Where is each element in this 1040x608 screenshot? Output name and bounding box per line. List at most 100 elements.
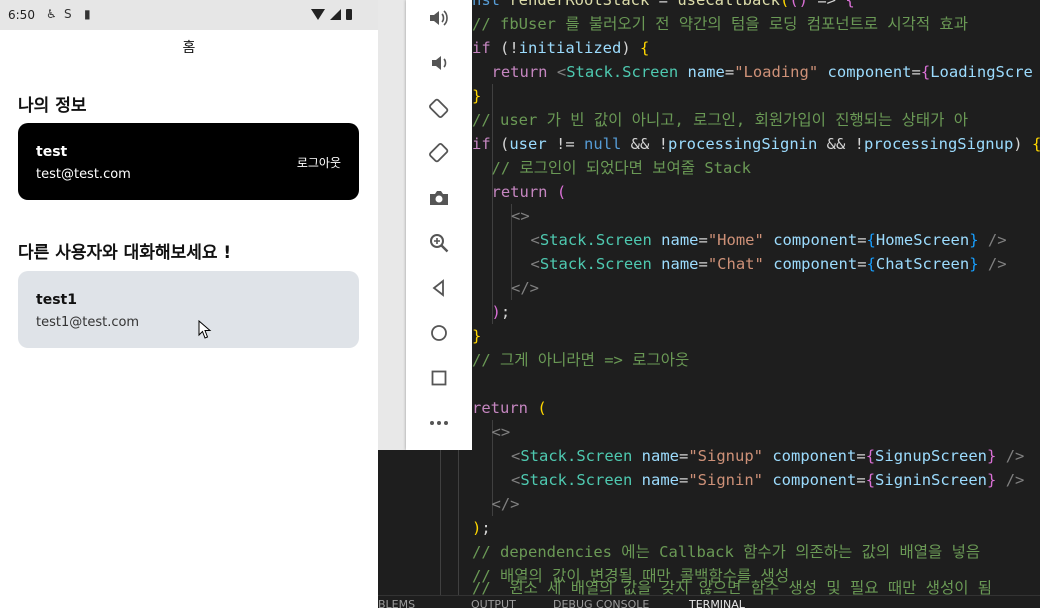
code-token: }	[969, 231, 979, 249]
battery-icon	[346, 9, 352, 20]
user-name: test1	[36, 292, 77, 308]
code-line-partial: nst renderRootStack = useCallback(() => …	[472, 0, 855, 9]
tab-terminal[interactable]: TERMINAL	[689, 599, 745, 608]
rotate-left-icon[interactable]	[426, 95, 452, 121]
tab-problems[interactable]: BLEMS	[378, 599, 415, 608]
code-token: SigninScreen	[875, 471, 988, 489]
logout-button[interactable]: 로그아웃	[297, 154, 341, 171]
my-profile-card: test test@test.com 로그아웃	[18, 123, 359, 200]
code-line: if (!initialized) {	[472, 36, 649, 60]
tab-output[interactable]: OUTPUT	[471, 599, 516, 608]
code-token: // user 가 빈 값이 아니고, 로그인, 회원가입이 진행되는 상태가 …	[472, 111, 968, 129]
code-token: =	[911, 63, 921, 81]
code-token: // 로그인이 되었다면 보여줄 Stack	[491, 159, 752, 177]
code-token: />	[1005, 447, 1025, 465]
code-token: }	[472, 87, 482, 105]
home-icon[interactable]	[426, 320, 452, 346]
code-token: user	[509, 135, 547, 153]
code-line: }	[472, 324, 481, 348]
code-line: );	[472, 516, 491, 540]
code-line: <>	[492, 420, 511, 444]
status-bar: 6:50 ♿ S ▮	[0, 0, 378, 30]
code-token: name	[687, 63, 725, 81]
code-token: =	[698, 231, 708, 249]
code-token: Stack.Screen	[566, 63, 679, 81]
code-token: Stack.Screen	[520, 447, 633, 465]
code-line: <Stack.Screen name="Signup" component={S…	[511, 444, 1024, 468]
more-icon[interactable]	[426, 410, 452, 436]
code-token: // dependencies 에는 Callback 함수가 의존하는 값의 …	[472, 543, 981, 561]
code-line: // 그게 아니라면 => 로그아웃	[472, 348, 689, 372]
overview-icon[interactable]	[426, 365, 452, 391]
code-token: // fbUser 를 불러오기 전 약간의 텀을 로딩 컴포넌트로 시각적 효…	[472, 15, 968, 33]
panel-tab-bar: BLEMS OUTPUT DEBUG CONSOLE TERMINAL	[378, 595, 1040, 608]
editor-gutter	[378, 450, 472, 595]
code-token: component	[827, 63, 912, 81]
code-token: =	[857, 231, 867, 249]
rotate-right-icon[interactable]	[426, 140, 452, 166]
user-list-item[interactable]: test1 test1@test.com	[18, 271, 359, 348]
code-token: {	[866, 255, 876, 273]
user-email: test1@test.com	[36, 315, 140, 330]
code-token: {	[865, 447, 876, 465]
code-line: <Stack.Screen name="Signin" component={S…	[511, 468, 1024, 492]
code-token: processingSignin	[668, 135, 818, 153]
code-token: </>	[511, 279, 539, 297]
zoom-icon[interactable]	[426, 230, 452, 256]
code-token: )	[621, 39, 641, 57]
code-token: return	[491, 63, 548, 81]
code-token: component	[773, 255, 858, 273]
camera-icon[interactable]	[426, 185, 452, 211]
code-token: />	[1005, 471, 1025, 489]
code-token: Stack.Screen	[539, 255, 652, 273]
back-icon[interactable]	[426, 275, 452, 301]
code-token: )	[472, 519, 482, 537]
code-token: =	[856, 447, 866, 465]
status-time: 6:50	[8, 8, 35, 22]
code-token: }	[969, 255, 979, 273]
code-token: =	[679, 447, 689, 465]
code-token: name	[661, 255, 699, 273]
code-token: (	[556, 183, 567, 201]
tab-debug-console[interactable]: DEBUG CONSOLE	[553, 599, 649, 608]
code-token: <>	[511, 207, 530, 225]
code-token: =	[724, 63, 735, 81]
code-token: )	[491, 303, 501, 321]
volume-up-icon[interactable]	[426, 5, 452, 31]
code-token: <	[530, 231, 540, 249]
code-line: if (user != null && !processingSignin &&…	[472, 132, 1040, 156]
mouse-cursor-icon	[198, 320, 212, 339]
code-token: return	[472, 399, 528, 417]
code-token: "Signup"	[688, 447, 763, 465]
signal-icon	[330, 9, 341, 20]
volume-down-icon[interactable]	[426, 50, 452, 76]
code-token: "Loading"	[734, 63, 819, 81]
code-token: Stack.Screen	[520, 471, 633, 489]
code-token: =	[698, 255, 708, 273]
code-token: !=	[546, 135, 584, 153]
code-token: ChatScreen	[875, 255, 970, 273]
code-token: }	[987, 471, 997, 489]
code-token: "Home"	[707, 231, 764, 249]
my-email: test@test.com	[36, 167, 131, 182]
code-token: <>	[491, 423, 511, 441]
code-token: (	[490, 39, 510, 57]
code-token: name	[641, 471, 679, 489]
code-token: Stack.Screen	[539, 231, 652, 249]
code-token: component	[773, 231, 858, 249]
code-editor[interactable]: nst renderRootStack = useCallback(() => …	[472, 0, 1040, 595]
phone-emulator-screen: 6:50 ♿ S ▮ 홈 나의 정보 test test@test.com 로그…	[0, 0, 378, 608]
code-token: />	[987, 255, 1007, 273]
code-token: LoadingScre	[930, 63, 1033, 81]
code-line: // fbUser 를 불러오기 전 약간의 텀을 로딩 컴포넌트로 시각적 효…	[472, 12, 968, 36]
code-token: SignupScreen	[875, 447, 988, 465]
